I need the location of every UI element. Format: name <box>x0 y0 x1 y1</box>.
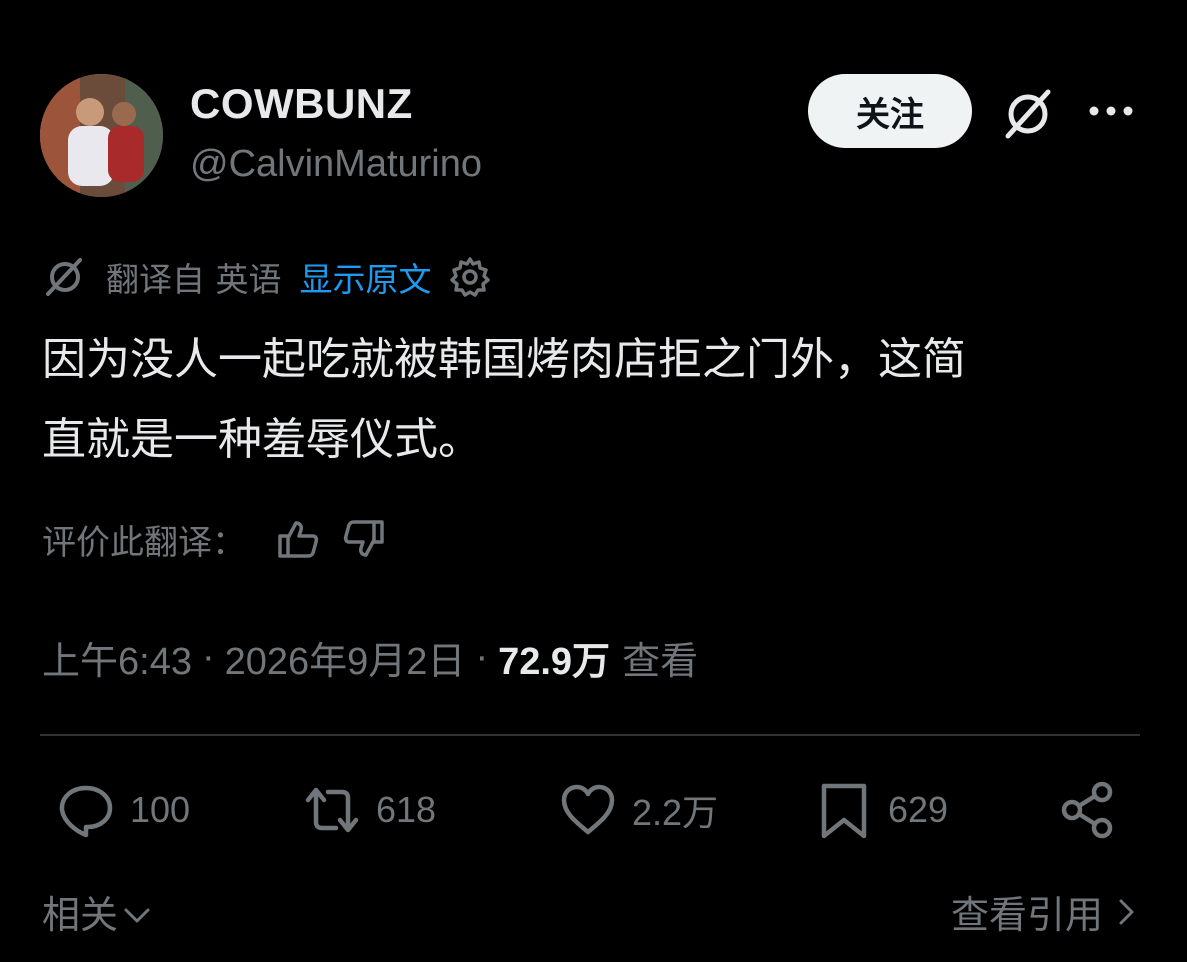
reply-count: 100 <box>130 789 191 830</box>
bookmark-count: 629 <box>888 789 949 830</box>
repost-icon <box>305 787 359 833</box>
heart-icon <box>561 784 615 835</box>
gear-icon[interactable] <box>448 255 492 299</box>
share-button[interactable] <box>1058 780 1132 840</box>
like-button[interactable]: 2.2万 <box>558 780 718 840</box>
rate-translation-label: 评价此翻译： <box>42 522 246 563</box>
grok-translate-icon <box>42 254 88 300</box>
action-bar: 100 618 2.2万 629 <box>40 780 1140 844</box>
reply-button[interactable]: 100 <box>56 780 190 840</box>
thumbs-up-icon[interactable] <box>276 517 320 561</box>
views-count[interactable]: 72.9万 <box>498 630 610 685</box>
tweet-metadata: 上午6:43 · 2026年9月2日 · 72.9万 查看 <box>42 630 698 684</box>
translation-bar: 翻译自 英语 显示原文 <box>42 252 492 302</box>
share-icon <box>1061 781 1113 839</box>
view-quotes-label: 查看引用 <box>950 893 1103 937</box>
display-name[interactable]: COWBUNZ <box>190 80 413 128</box>
repost-count: 618 <box>376 789 437 830</box>
related-toggle[interactable]: 相关 <box>42 884 152 939</box>
bookmark-button[interactable]: 629 <box>814 780 948 840</box>
like-count: 2.2万 <box>632 792 719 833</box>
show-original-link[interactable]: 显示原文 <box>300 253 432 301</box>
views-label: 查看 <box>622 640 699 683</box>
related-label: 相关 <box>42 893 119 937</box>
thumbs-down-icon[interactable] <box>342 517 386 561</box>
chevron-right-icon <box>1119 899 1134 924</box>
view-quotes-link[interactable]: 查看引用 <box>951 884 1141 939</box>
separator-dot: · <box>201 635 215 678</box>
rate-translation: 评价此翻译： <box>42 512 386 566</box>
tweet-text: 因为没人一起吃就被韩国烤肉店拒之门外，这简 直就是一种羞辱仪式。 <box>42 320 1152 480</box>
more-icon[interactable] <box>1086 96 1136 126</box>
avatar[interactable] <box>40 74 163 197</box>
tweet-time[interactable]: 上午6:43 <box>42 630 192 685</box>
separator-dot: · <box>475 635 489 678</box>
tweet-text-line: 因为没人一起吃就被韩国烤肉店拒之门外，这简 <box>42 334 966 385</box>
reply-icon <box>59 785 113 838</box>
user-handle[interactable]: @CalvinMaturino <box>190 143 482 186</box>
tweet-date[interactable]: 2026年9月2日 <box>225 630 466 685</box>
divider <box>40 734 1140 736</box>
tweet-text-line: 直就是一种羞辱仪式。 <box>42 414 482 465</box>
follow-button[interactable]: 关注 <box>808 74 972 148</box>
grok-icon[interactable] <box>998 84 1058 144</box>
repost-button[interactable]: 618 <box>302 780 436 840</box>
translated-from-label: 翻译自 英语 <box>106 260 282 299</box>
bookmark-icon <box>821 783 867 839</box>
chevron-down-icon <box>124 908 150 922</box>
